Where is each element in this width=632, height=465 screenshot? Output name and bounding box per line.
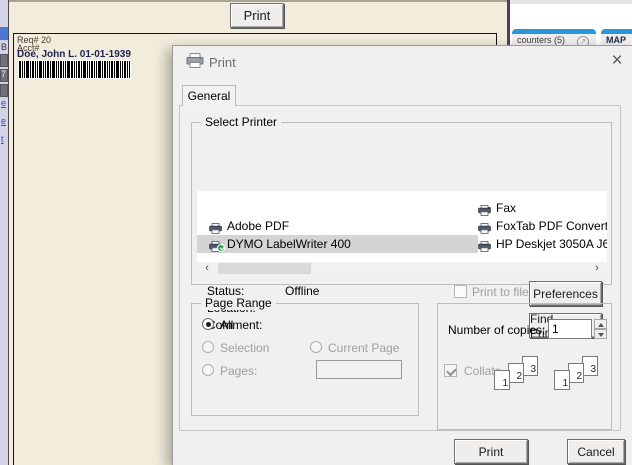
close-glyph: × xyxy=(611,50,622,71)
page-number: 3 xyxy=(530,364,536,375)
scroll-right-icon[interactable]: › xyxy=(589,262,605,275)
dialog-titlebar[interactable]: Print × xyxy=(173,46,631,78)
dialog-cancel-button[interactable]: Cancel xyxy=(567,439,625,464)
radio-selection-label: Selection xyxy=(220,341,269,355)
print-dialog: Print × General Select Printer Adobe PD xyxy=(172,45,632,465)
collate-pages-icon: 3 2 1 xyxy=(554,356,612,406)
spin-up-icon xyxy=(598,323,604,327)
status-value: Offline xyxy=(285,284,319,298)
radio-current-page[interactable] xyxy=(310,341,322,353)
page-range-group: Page Range All Selection Current Page Pa… xyxy=(191,303,419,416)
page-sheet: 1 xyxy=(494,370,510,390)
collate-checkbox[interactable] xyxy=(444,364,457,377)
printer-icon xyxy=(478,221,491,232)
app-print-button-label: Print xyxy=(244,8,271,23)
printer-item-hp-deskjet[interactable]: HP Deskjet 3050A J6 xyxy=(478,235,607,253)
printer-icon xyxy=(209,221,222,232)
printer-name: FoxTab PDF Convert xyxy=(496,219,607,233)
left-strip-button[interactable] xyxy=(0,84,8,97)
scrollbar-thumb[interactable] xyxy=(218,263,311,274)
radio-current-page-label: Current Page xyxy=(328,341,399,355)
printer-icon xyxy=(209,239,222,250)
browser-top-border xyxy=(510,0,632,4)
printer-list-hscrollbar[interactable]: ‹ › xyxy=(197,262,607,275)
page-number: 2 xyxy=(576,371,582,382)
print-to-file-label: Print to file xyxy=(472,285,529,299)
preferences-button-label: Preferences xyxy=(533,287,598,301)
page-number: 3 xyxy=(590,364,596,375)
page-sheet: 1 xyxy=(554,370,570,390)
printer-icon xyxy=(186,53,204,68)
radio-pages[interactable] xyxy=(202,364,214,376)
page-number: 1 xyxy=(562,378,568,389)
spin-down-icon xyxy=(598,333,604,337)
copies-spin-up-button[interactable] xyxy=(594,319,607,329)
dialog-print-button-label: Print xyxy=(479,445,504,459)
scroll-left-icon[interactable]: ‹ xyxy=(199,262,215,275)
label-patient-name: Doe, John L. 01-01-1939 xyxy=(17,50,131,60)
printer-item-dymo-labelwriter-selected[interactable]: DYMO LabelWriter 400 xyxy=(197,235,478,253)
radio-all[interactable] xyxy=(202,318,214,330)
page-range-legend: Page Range xyxy=(201,296,276,310)
printer-name: Adobe PDF xyxy=(227,219,289,233)
left-strip-text-fragment: 7 xyxy=(1,70,9,79)
tab-general[interactable]: General xyxy=(182,85,236,106)
left-strip-blue-item xyxy=(0,27,8,40)
background-app-left-strip: B 7 e e t xyxy=(0,0,8,465)
copies-spin-down-button[interactable] xyxy=(594,329,607,339)
barcode xyxy=(18,60,131,79)
tab-map[interactable]: MAP xyxy=(601,29,632,46)
printer-item-adobe-pdf[interactable]: Adobe PDF xyxy=(197,217,478,235)
page-sheet: 3 xyxy=(582,356,598,376)
window-edge-divider xyxy=(507,0,510,46)
page-sheet: 3 xyxy=(522,356,538,376)
fax-printer-icon xyxy=(478,203,491,214)
dialog-cancel-button-label: Cancel xyxy=(577,445,614,459)
page-number: 1 xyxy=(502,378,508,389)
printer-list: Adobe PDF DYMO LabelWriter 400 Fax xyxy=(197,191,607,262)
dialog-title: Print xyxy=(209,55,236,70)
screenshot-root: B 7 e e t Req# 20 Acct# Doe, John L. 01-… xyxy=(0,0,632,465)
printer-item-foxtab-pdf[interactable]: FoxTab PDF Convert xyxy=(478,217,607,235)
radio-selection[interactable] xyxy=(202,341,214,353)
dialog-print-button[interactable]: Print xyxy=(454,439,528,464)
printer-name: HP Deskjet 3050A J6 xyxy=(496,237,607,251)
radio-all-label: All xyxy=(220,318,233,332)
default-printer-badge xyxy=(217,244,225,252)
radio-pages-label: Pages: xyxy=(220,364,257,378)
close-icon[interactable]: × xyxy=(605,50,629,72)
printer-name: Fax xyxy=(496,201,516,215)
print-to-file-checkbox[interactable] xyxy=(454,285,467,298)
pages-range-input[interactable] xyxy=(316,360,402,379)
copies-group: Number of copies: Collate 3 2 1 3 2 1 xyxy=(437,303,612,430)
number-of-copies-label: Number of copies: xyxy=(448,323,545,337)
tab-map-label: MAP xyxy=(601,34,632,45)
page-top-border xyxy=(9,0,508,2)
collate-pages-icon: 3 2 1 xyxy=(494,356,552,406)
printer-icon xyxy=(478,239,491,250)
select-printer-legend: Select Printer xyxy=(201,115,281,129)
page-sheet: 2 xyxy=(568,363,584,383)
page-number: 2 xyxy=(516,371,522,382)
printer-item-fax[interactable]: Fax xyxy=(478,199,607,217)
copies-count-input[interactable] xyxy=(548,319,592,339)
left-strip-button[interactable] xyxy=(0,54,8,67)
app-print-button[interactable]: Print xyxy=(230,3,284,28)
dialog-tab-pane: Select Printer Adobe PDF DYMO LabelWrite… xyxy=(179,105,621,431)
barcode-bars xyxy=(18,60,131,79)
printer-name: DYMO LabelWriter 400 xyxy=(227,237,351,251)
tab-general-label: General xyxy=(188,89,231,103)
page-sheet: 2 xyxy=(508,363,524,383)
